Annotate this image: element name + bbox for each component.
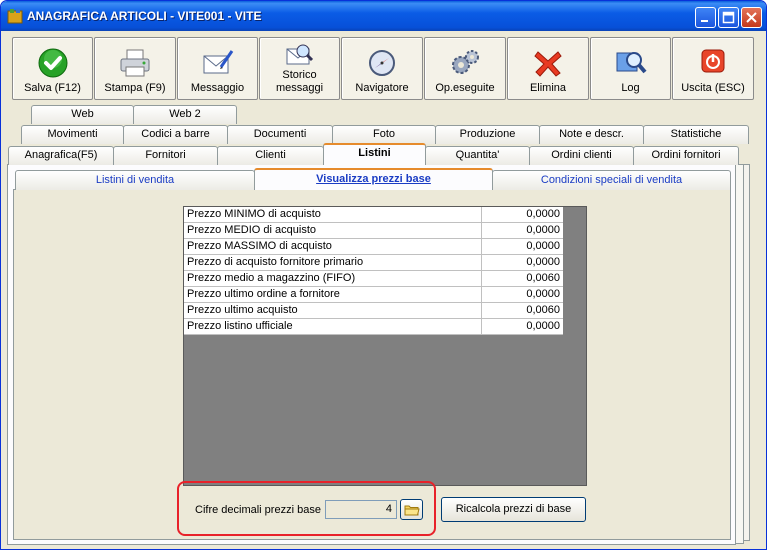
salva-button[interactable]: Salva (F12)	[12, 37, 93, 100]
folder-icon	[404, 505, 420, 516]
storico-button-label: Storico messaggi	[275, 69, 324, 94]
opeseguite-button[interactable]: Op.eseguite	[424, 37, 506, 100]
minimize-button[interactable]	[695, 7, 716, 28]
minimize-icon	[701, 20, 708, 22]
main-window: ANAGRAFICA ARTICOLI - VITE001 - VITE Sal…	[0, 0, 767, 550]
navigatore-button-label: Navigatore	[355, 82, 409, 94]
price-label: Prezzo listino ufficiale	[184, 319, 482, 335]
tab-produzione[interactable]: Produzione	[435, 125, 540, 144]
tab-anagrafica-f5[interactable]: Anagrafica(F5)	[8, 146, 114, 165]
price-label: Prezzo MASSIMO di acquisto	[184, 239, 482, 255]
tab-web-2[interactable]: Web 2	[133, 105, 237, 124]
table-row[interactable]: Prezzo MASSIMO di acquisto 0,0000	[184, 239, 563, 255]
maximize-button[interactable]	[718, 7, 739, 28]
close-icon	[746, 12, 757, 23]
price-label: Prezzo ultimo acquisto	[184, 303, 482, 319]
tab-note-e-descr[interactable]: Note e descr.	[539, 125, 644, 144]
table-row[interactable]: Prezzo medio a magazzino (FIFO) 0,0060	[184, 271, 563, 287]
compass-icon	[366, 47, 398, 82]
table-row[interactable]: Prezzo ultimo acquisto 0,0060	[184, 303, 563, 319]
messaggio-button[interactable]: Messaggio	[177, 37, 258, 100]
tab-clienti[interactable]: Clienti	[217, 146, 324, 165]
printer-icon	[118, 47, 152, 82]
price-value[interactable]: 0,0000	[482, 287, 563, 303]
log-button[interactable]: Log	[590, 37, 671, 100]
price-value[interactable]: 0,0000	[482, 207, 563, 223]
price-label: Prezzo MEDIO di acquisto	[184, 223, 482, 239]
tab-documenti[interactable]: Documenti	[227, 125, 333, 144]
uscita-button[interactable]: Uscita (ESC)	[672, 37, 754, 100]
check-icon	[37, 47, 69, 82]
subtab-listini-di-vendita[interactable]: Listini di vendita	[15, 170, 255, 190]
log-button-label: Log	[621, 82, 640, 94]
messaggio-button-label: Messaggio	[190, 82, 245, 94]
tab-quantita[interactable]: Quantita'	[425, 146, 530, 165]
table-row[interactable]: Prezzo ultimo ordine a fornitore 0,0000	[184, 287, 563, 303]
table-row[interactable]: Prezzo MEDIO di acquisto 0,0000	[184, 223, 563, 239]
stampa-button[interactable]: Stampa (F9)	[94, 37, 176, 100]
decimals-label: Cifre decimali prezzi base :	[195, 504, 328, 516]
price-label: Prezzo di acquisto fornitore primario	[184, 255, 482, 271]
price-label: Prezzo medio a magazzino (FIFO)	[184, 271, 482, 287]
storico-button[interactable]: Storico messaggi	[259, 37, 340, 100]
tab-fornitori[interactable]: Fornitori	[113, 146, 218, 165]
decimals-edit-button[interactable]	[400, 499, 423, 520]
tab-codici-a-barre[interactable]: Codici a barre	[123, 125, 228, 144]
table-row[interactable]: Prezzo listino ufficiale 0,0000	[184, 319, 563, 335]
tab-movimenti[interactable]: Movimenti	[21, 125, 124, 144]
maximize-icon	[722, 11, 735, 24]
tab-listini[interactable]: Listini	[323, 143, 426, 165]
price-label: Prezzo MINIMO di acquisto	[184, 207, 482, 223]
opeseguite-button-label: Op.eseguite	[435, 82, 495, 94]
power-icon	[699, 47, 727, 78]
table-row[interactable]: Prezzo MINIMO di acquisto 0,0000	[184, 207, 563, 223]
magnifier-icon	[614, 47, 648, 82]
close-button[interactable]	[741, 7, 762, 28]
subtab-visualizza-prezzi-base[interactable]: Visualizza prezzi base	[254, 168, 493, 190]
price-value[interactable]: 0,0000	[482, 223, 563, 239]
table-row[interactable]: Prezzo di acquisto fornitore primario 0,0…	[184, 255, 563, 271]
prices-grid[interactable]: Prezzo MINIMO di acquisto 0,0000 Prezzo ME…	[183, 206, 587, 486]
decimals-field[interactable]: 4	[325, 500, 397, 519]
title-bar[interactable]: ANAGRAFICA ARTICOLI - VITE001 - VITE	[1, 1, 766, 31]
app-icon	[7, 9, 23, 24]
elimina-button[interactable]: Elimina	[507, 37, 589, 100]
red-x-icon	[532, 47, 564, 82]
elimina-button-label: Elimina	[529, 82, 567, 94]
price-label: Prezzo ultimo ordine a fornitore	[184, 287, 482, 303]
recalc-button[interactable]: Ricalcola prezzi di base	[441, 497, 586, 522]
stampa-button-label: Stampa (F9)	[104, 82, 166, 94]
envelope-pen-icon	[201, 47, 235, 82]
tab-foto[interactable]: Foto	[332, 125, 436, 144]
envelope-search-icon	[285, 42, 315, 71]
salva-button-label: Salva (F12)	[24, 82, 81, 94]
tab-ordini-clienti[interactable]: Ordini clienti	[529, 146, 634, 165]
navigatore-button[interactable]: Navigatore	[341, 37, 423, 100]
price-value[interactable]: 0,0000	[482, 319, 563, 335]
price-value[interactable]: 0,0000	[482, 239, 563, 255]
price-value[interactable]: 0,0000	[482, 255, 563, 271]
window-title: ANAGRAFICA ARTICOLI - VITE001 - VITE	[27, 9, 262, 23]
subtab-condizioni-speciali-di-vendita[interactable]: Condizioni speciali di vendita	[492, 170, 731, 190]
tab-statistiche[interactable]: Statistiche	[643, 125, 749, 144]
uscita-button-label: Uscita (ESC)	[681, 82, 745, 94]
tab-web[interactable]: Web	[31, 105, 134, 124]
tab-ordini-fornitori[interactable]: Ordini fornitori	[633, 146, 739, 165]
price-value[interactable]: 0,0060	[482, 271, 563, 287]
price-value[interactable]: 0,0060	[482, 303, 563, 319]
gears-icon	[448, 47, 482, 82]
